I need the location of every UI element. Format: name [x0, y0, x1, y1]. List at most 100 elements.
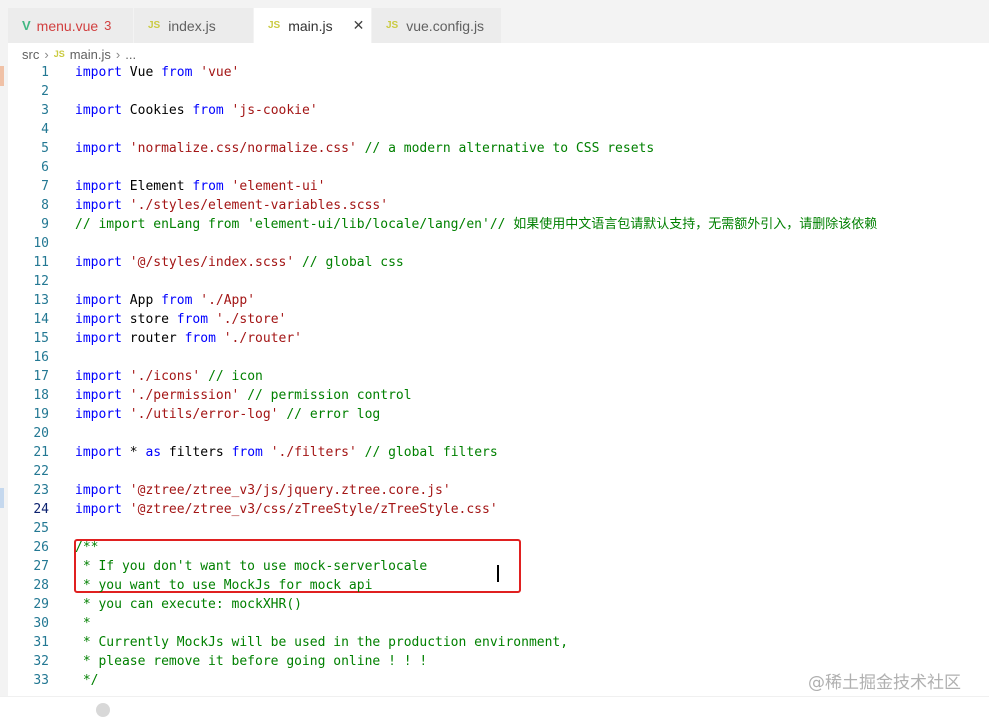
code-line[interactable]: 9 // import enLang from 'element-ui/lib/l… [8, 215, 989, 234]
chevron-right-icon: › [44, 46, 49, 62]
string-token: 'normalize.css/normalize.css' [121, 141, 357, 156]
close-icon[interactable]: ✕ [353, 17, 365, 34]
identifier-token: Cookies [129, 103, 193, 118]
string-token: '@ztree/ztree_v3/js/jquery.ztree.core.js… [121, 483, 451, 498]
string-token: './styles/element-variables.scss' [121, 198, 389, 213]
tab-label: index.js [168, 17, 216, 34]
js-file-icon: JS [386, 20, 399, 31]
keyword-token: import [75, 103, 130, 118]
line-number: 30 [33, 616, 49, 631]
code-line[interactable]: 17 import './icons' // icon [8, 367, 989, 386]
tab-vue-config-js[interactable]: JS vue.config.js [372, 8, 502, 43]
tab-main-js[interactable]: JS main.js ✕ [254, 8, 372, 43]
keyword-token: from [184, 331, 216, 346]
comment-token: * [75, 616, 91, 631]
code-line[interactable]: 31 * Currently MockJs will be used in th… [8, 633, 989, 652]
code-line[interactable]: 30 * [8, 614, 989, 633]
code-line[interactable]: 5 import 'normalize.css/normalize.css' //… [8, 139, 989, 158]
code-text: * you want to use MockJs for mock api [75, 576, 373, 595]
line-number: 7 [41, 179, 49, 194]
code-line[interactable]: 15 import router from './router' [8, 329, 989, 348]
tab-index-js[interactable]: JS index.js [134, 8, 254, 43]
code-line[interactable]: 11 import '@/styles/index.scss' // global… [8, 253, 989, 272]
line-number: 31 [33, 635, 49, 650]
tab-label: vue.config.js [406, 17, 485, 34]
keyword-token: import [75, 65, 130, 80]
js-file-icon: JS [53, 49, 65, 59]
string-token: './permission' [121, 388, 240, 403]
code-text: * please remove it before going online !… [75, 652, 427, 671]
code-line[interactable]: 6 [8, 158, 989, 177]
code-line[interactable]: 25 [8, 519, 989, 538]
tab-menu-vue[interactable]: Vmenu.vue 3 [8, 8, 134, 43]
comment-token: // global filters [356, 445, 498, 460]
line-number: 20 [33, 426, 49, 441]
line-number: 10 [33, 236, 49, 251]
identifier-token: App [129, 293, 162, 308]
code-line[interactable]: 18 import './permission' // permission co… [8, 386, 989, 405]
comment-token: */ [75, 673, 99, 688]
code-text: * Currently MockJs will be used in the p… [75, 633, 568, 652]
code-text: import App from './App' [75, 291, 255, 310]
code-line[interactable]: 23 import '@ztree/ztree_v3/js/jquery.ztre… [8, 481, 989, 500]
code-line[interactable]: 14 import store from './store' [8, 310, 989, 329]
code-line[interactable]: 24 import '@ztree/ztree_v3/css/zTreeStyle… [8, 500, 989, 519]
code-line[interactable]: 19 import './utils/error-log' // error lo… [8, 405, 989, 424]
chevron-right-icon: › [115, 46, 121, 62]
code-line[interactable]: 12 [8, 272, 989, 291]
keyword-token: from [161, 65, 193, 80]
breadcrumb-file[interactable]: main.js [70, 47, 111, 62]
comment-token: * If you don't want to use mock-serverlo… [75, 559, 428, 574]
string-token: './store' [208, 312, 287, 327]
code-line[interactable]: 20 [8, 424, 989, 443]
code-text: import './icons' // icon [75, 367, 263, 386]
line-number: 19 [33, 407, 49, 422]
comment-token: * Currently MockJs will be used in the p… [75, 635, 569, 650]
comment-token: * you want to use MockJs for mock api [75, 578, 373, 593]
code-text: * you can execute: mockXHR() [75, 595, 302, 614]
code-line[interactable]: 10 [8, 234, 989, 253]
comment-token: // error log [278, 407, 381, 422]
string-token: '@/styles/index.scss' [121, 255, 295, 270]
keyword-token: from [192, 103, 224, 118]
code-text: import router from './router' [75, 329, 302, 348]
code-line[interactable]: 28 * you want to use MockJs for mock api [8, 576, 989, 595]
code-line[interactable]: 26 /** [8, 538, 989, 557]
line-number: 29 [33, 597, 49, 612]
code-text: import './styles/element-variables.scss' [75, 196, 388, 215]
breadcrumb-folder[interactable]: src [22, 47, 39, 62]
code-line[interactable]: 16 [8, 348, 989, 367]
keyword-token: import [75, 369, 122, 384]
code-line[interactable]: 8 import './styles/element-variables.scss… [8, 196, 989, 215]
code-text: import Cookies from 'js-cookie' [75, 101, 318, 120]
code-line[interactable]: 4 [8, 120, 989, 139]
line-number: 15 [33, 331, 49, 346]
code-line[interactable]: 2 [8, 82, 989, 101]
scm-indicator [0, 66, 4, 86]
code-line[interactable]: 3 import Cookies from 'js-cookie' [8, 101, 989, 120]
keyword-token: import [75, 502, 122, 517]
keyword-token: import [75, 293, 130, 308]
line-number: 6 [41, 160, 49, 175]
code-text: import '@/styles/index.scss' // global c… [75, 253, 404, 272]
code-line[interactable]: 27 * If you don't want to use mock-serve… [8, 557, 989, 576]
keyword-token: as [145, 445, 162, 460]
string-token: 'vue' [192, 65, 240, 80]
comment-token: // global css [294, 255, 404, 270]
code-line[interactable]: 7 import Element from 'element-ui' [8, 177, 989, 196]
line-number: 27 [33, 559, 49, 574]
code-line[interactable]: 29 * you can execute: mockXHR() [8, 595, 989, 614]
code-line[interactable]: 1 import Vue from 'vue' [8, 63, 989, 82]
code-text: import Element from 'element-ui' [75, 177, 325, 196]
string-token: './icons' [121, 369, 201, 384]
breadcrumb-more[interactable]: ... [125, 47, 136, 62]
code-editor[interactable]: 1 import Vue from 'vue' 2 3 import Cookies f… [8, 63, 989, 711]
code-line[interactable]: 22 [8, 462, 989, 481]
code-line[interactable]: 21 import * as filters from './filters' /… [8, 443, 989, 462]
code-text: import '@ztree/ztree_v3/js/jquery.ztree.… [75, 481, 451, 500]
code-text: * [75, 614, 91, 633]
code-line[interactable]: 13 import App from './App' [8, 291, 989, 310]
keyword-token: from [176, 312, 209, 327]
line-number: 21 [33, 445, 49, 460]
line-number: 2 [41, 84, 49, 99]
